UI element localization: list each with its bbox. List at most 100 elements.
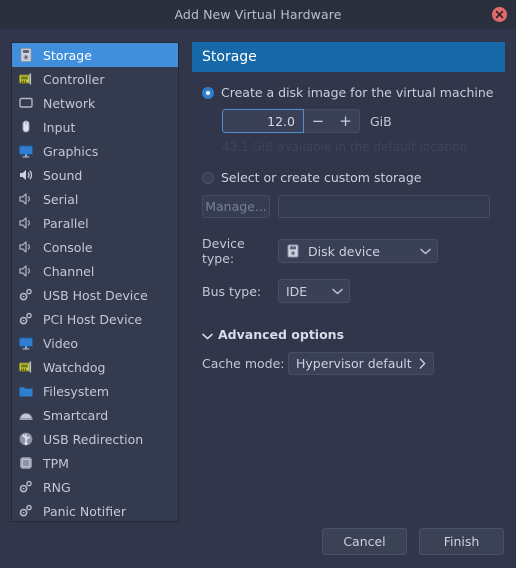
monitor-outline-icon: [17, 94, 35, 112]
sidebar-item-filesystem[interactable]: Filesystem: [12, 379, 178, 403]
panel-header: Storage: [192, 42, 505, 72]
storage-path-input[interactable]: [278, 195, 490, 218]
sidebar-item-serial[interactable]: Serial: [12, 187, 178, 211]
sidebar-item-label: Video: [43, 335, 79, 351]
sidebar-item-label: Sound: [43, 167, 83, 183]
sidebar-item-label: Controller: [43, 71, 105, 87]
cache-mode-value: Hypervisor default: [296, 356, 412, 371]
window-title: Add New Virtual Hardware: [174, 7, 342, 22]
advanced-options-label: Advanced options: [218, 327, 345, 342]
sidebar-item-label: Console: [43, 239, 93, 255]
disk-size-stepper[interactable]: 12.0 − +: [222, 109, 360, 133]
sidebar-item-watchdog[interactable]: Watchdog: [12, 355, 178, 379]
sidebar-item-label: USB Redirection: [43, 431, 144, 447]
hardware-type-list[interactable]: Storage Controller Network Input Graphics Sou…: [11, 42, 179, 522]
storage-form: Create a disk image for the virtual mach…: [192, 85, 505, 375]
sidebar-item-label: Channel: [43, 263, 95, 279]
sidebar-item-label: TPM: [43, 455, 69, 471]
speaker-outline-icon: [17, 238, 35, 256]
bus-type-row: Bus type: IDE: [192, 279, 505, 303]
bus-type-value: IDE: [286, 283, 308, 299]
sidebar-item-usb-redirection[interactable]: USB Redirection: [12, 427, 178, 451]
sidebar-item-pci-host-device[interactable]: PCI Host Device: [12, 307, 178, 331]
sidebar-item-sound[interactable]: Sound: [12, 163, 178, 187]
monitor-blue-icon: [17, 142, 35, 160]
speaker-outline-icon: [17, 262, 35, 280]
disk-drive-icon: [286, 244, 301, 259]
sidebar-item-label: Parallel: [43, 215, 89, 231]
device-type-dropdown[interactable]: Disk device: [278, 239, 438, 263]
dialog-footer: Cancel Finish: [0, 528, 516, 568]
device-type-value: Disk device: [308, 243, 380, 259]
disk-drive-icon: [17, 46, 35, 64]
sidebar-item-graphics[interactable]: Graphics: [12, 139, 178, 163]
disk-size-unit-label: GiB: [370, 113, 392, 129]
create-disk-option-row[interactable]: Create a disk image for the virtual mach…: [192, 85, 505, 100]
usb-icon: [17, 430, 35, 448]
advanced-options-toggle[interactable]: Advanced options: [192, 325, 505, 344]
manage-button[interactable]: Manage...: [202, 195, 270, 218]
gears-icon: [17, 478, 35, 496]
chevron-down-icon: [202, 325, 213, 344]
chevron-right-icon: [419, 358, 426, 369]
disk-size-input[interactable]: 12.0: [222, 109, 304, 133]
cache-mode-dropdown[interactable]: Hypervisor default: [288, 352, 434, 375]
sidebar-item-controller[interactable]: Controller: [12, 67, 178, 91]
create-disk-label: Create a disk image for the virtual mach…: [221, 85, 494, 100]
chevron-down-icon: [410, 248, 431, 255]
sidebar-item-rng[interactable]: RNG: [12, 475, 178, 499]
speaker-outline-icon: [17, 214, 35, 232]
cache-mode-label: Cache mode:: [202, 356, 285, 371]
monitor-blue-icon: [17, 334, 35, 352]
sidebar-item-label: RNG: [43, 479, 71, 495]
disk-size-increment-button[interactable]: +: [332, 109, 360, 133]
sidebar-item-parallel[interactable]: Parallel: [12, 211, 178, 235]
sidebar-item-label: Graphics: [43, 143, 99, 159]
bus-type-dropdown[interactable]: IDE: [278, 279, 350, 303]
cancel-button[interactable]: Cancel: [322, 528, 407, 555]
title-bar: Add New Virtual Hardware: [0, 0, 516, 29]
speaker-outline-icon: [17, 190, 35, 208]
custom-storage-option-row[interactable]: Select or create custom storage: [192, 170, 505, 185]
controller-card-icon: [17, 70, 35, 88]
cache-mode-row: Cache mode: Hypervisor default: [192, 352, 505, 375]
device-type-row: Device type: Disk device: [192, 236, 505, 266]
sidebar-item-channel[interactable]: Channel: [12, 259, 178, 283]
close-button[interactable]: [492, 7, 507, 22]
smartcard-icon: [17, 406, 35, 424]
main-panel: Storage Create a disk image for the virt…: [192, 42, 505, 522]
close-icon: [495, 10, 504, 19]
sidebar-item-label: Panic Notifier: [43, 503, 126, 519]
available-space-note: 43.1 GiB available in the default locati…: [222, 140, 468, 154]
sidebar-item-usb-host-device[interactable]: USB Host Device: [12, 283, 178, 307]
device-type-label: Device type:: [202, 236, 245, 266]
sidebar-item-smartcard[interactable]: Smartcard: [12, 403, 178, 427]
sidebar-item-label: Network: [43, 95, 96, 111]
custom-storage-label: Select or create custom storage: [221, 170, 422, 185]
chip-icon: [17, 454, 35, 472]
sidebar-item-label: Filesystem: [43, 383, 110, 399]
sidebar-item-network[interactable]: Network: [12, 91, 178, 115]
sidebar-item-panic-notifier[interactable]: Panic Notifier: [12, 499, 178, 521]
chevron-down-icon: [322, 288, 343, 295]
sidebar-item-video[interactable]: Video: [12, 331, 178, 355]
finish-button[interactable]: Finish: [419, 528, 504, 555]
sidebar-item-label: Storage: [43, 47, 92, 63]
sidebar-item-input[interactable]: Input: [12, 115, 178, 139]
sidebar-item-label: USB Host Device: [43, 287, 148, 303]
sidebar-item-label: Input: [43, 119, 76, 135]
disk-size-decrement-button[interactable]: −: [304, 109, 332, 133]
gears-icon: [17, 502, 35, 520]
sidebar-item-label: Smartcard: [43, 407, 109, 423]
gears-icon: [17, 310, 35, 328]
bus-type-label: Bus type:: [202, 283, 262, 299]
folder-icon: [17, 382, 35, 400]
sidebar-item-tpm[interactable]: TPM: [12, 451, 178, 475]
create-disk-radio[interactable]: [202, 86, 214, 99]
speaker-icon: [17, 166, 35, 184]
sidebar-item-label: Watchdog: [43, 359, 106, 375]
custom-storage-radio[interactable]: [202, 171, 214, 184]
sidebar-item-storage[interactable]: Storage: [12, 43, 178, 67]
mouse-icon: [17, 118, 35, 136]
sidebar-item-console[interactable]: Console: [12, 235, 178, 259]
